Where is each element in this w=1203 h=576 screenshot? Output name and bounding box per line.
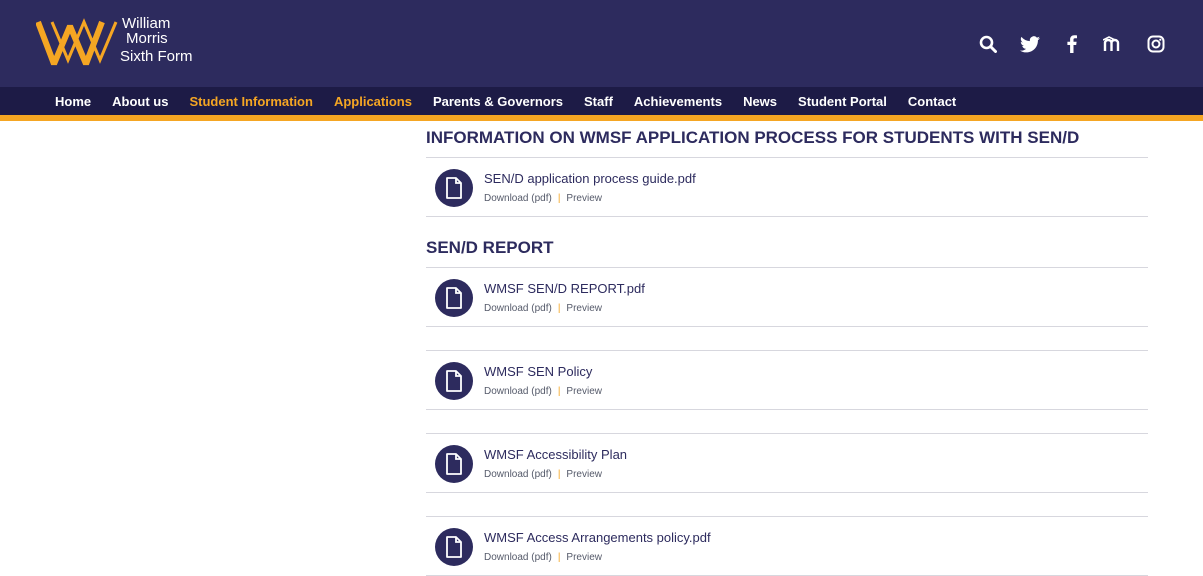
file-name[interactable]: WMSF SEN Policy xyxy=(484,364,592,379)
preview-link[interactable]: Preview xyxy=(566,303,602,314)
nav-parents-governors[interactable]: Parents & Governors xyxy=(433,94,563,109)
logo-line-1: William xyxy=(122,15,171,32)
file-item: WMSF SEN Policy Download (pdf) | Preview xyxy=(426,350,1148,410)
social-links xyxy=(977,33,1167,55)
file-links: Download (pdf) | Preview xyxy=(484,552,602,563)
file-name[interactable]: WMSF Access Arrangements policy.pdf xyxy=(484,530,711,545)
file-name[interactable]: SEN/D application process guide.pdf xyxy=(484,171,696,186)
file-links: Download (pdf) | Preview xyxy=(484,386,602,397)
twitter-icon[interactable] xyxy=(1019,33,1041,55)
logo-line-3: Sixth Form xyxy=(120,48,193,65)
preview-link[interactable]: Preview xyxy=(566,552,602,563)
nav-staff[interactable]: Staff xyxy=(584,94,613,109)
file-item: WMSF Accessibility Plan Download (pdf) | P… xyxy=(426,433,1148,493)
main-content: INFORMATION ON WMSF APPLICATION PROCESS … xyxy=(426,121,1148,576)
nav-student-information[interactable]: Student Information xyxy=(189,94,313,109)
nav-contact[interactable]: Contact xyxy=(908,94,956,109)
search-icon[interactable] xyxy=(977,33,999,55)
file-name[interactable]: WMSF SEN/D REPORT.pdf xyxy=(484,281,645,296)
moodle-icon[interactable] xyxy=(1103,33,1125,55)
instagram-icon[interactable] xyxy=(1145,33,1167,55)
download-link[interactable]: Download (pdf) xyxy=(484,469,552,480)
preview-link[interactable]: Preview xyxy=(566,193,602,204)
main-nav: Home About us Student Information Applic… xyxy=(0,87,1203,115)
document-icon[interactable] xyxy=(435,445,473,483)
section-title: INFORMATION ON WMSF APPLICATION PROCESS … xyxy=(426,128,1080,147)
document-icon[interactable] xyxy=(435,362,473,400)
nav-achievements[interactable]: Achievements xyxy=(634,94,722,109)
download-link[interactable]: Download (pdf) xyxy=(484,193,552,204)
file-item: WMSF Access Arrangements policy.pdf Down… xyxy=(426,516,1148,576)
logo-wordmark: William Morris Sixth Form xyxy=(120,16,193,64)
file-item: SEN/D application process guide.pdf Down… xyxy=(426,157,1148,217)
file-item: WMSF SEN/D REPORT.pdf Download (pdf) | Pre… xyxy=(426,267,1148,327)
file-links: Download (pdf) | Preview xyxy=(484,303,602,314)
facebook-icon[interactable] xyxy=(1061,33,1083,55)
site-logo[interactable]: William Morris Sixth Form xyxy=(36,10,193,76)
site-header: William Morris Sixth Form xyxy=(0,0,1203,87)
nav-applications[interactable]: Applications xyxy=(334,94,412,109)
document-icon[interactable] xyxy=(435,528,473,566)
preview-link[interactable]: Preview xyxy=(566,469,602,480)
file-links: Download (pdf) | Preview xyxy=(484,193,602,204)
section-title: SEN/D REPORT xyxy=(426,238,554,257)
nav-about-us[interactable]: About us xyxy=(112,94,168,109)
file-name[interactable]: WMSF Accessibility Plan xyxy=(484,447,627,462)
nav-news[interactable]: News xyxy=(743,94,777,109)
nav-student-portal[interactable]: Student Portal xyxy=(798,94,887,109)
download-link[interactable]: Download (pdf) xyxy=(484,552,552,563)
logo-line-2: Morris xyxy=(126,30,168,47)
preview-link[interactable]: Preview xyxy=(566,386,602,397)
download-link[interactable]: Download (pdf) xyxy=(484,386,552,397)
nav-home[interactable]: Home xyxy=(55,94,91,109)
document-icon[interactable] xyxy=(435,169,473,207)
document-icon[interactable] xyxy=(435,279,473,317)
wm-logo-icon xyxy=(36,18,118,66)
download-link[interactable]: Download (pdf) xyxy=(484,303,552,314)
file-links: Download (pdf) | Preview xyxy=(484,469,602,480)
